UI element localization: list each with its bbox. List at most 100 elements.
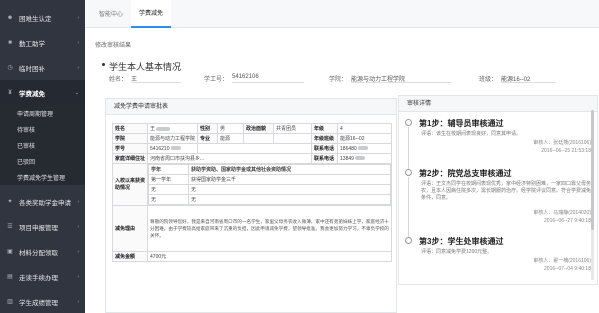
table-key: 学号 [111,143,149,154]
sidebar: ☻ 困难生认定 › ■ 勤工助学 › ◷ 临时困补 › ¥ 学费减免 ⌄ 申请周… [0,0,85,313]
sidebar-item-commute[interactable]: ▤ 走读手续办理 › [0,264,85,289]
chevron-right-icon: › [77,273,79,280]
briefcase-icon: ■ [8,39,12,46]
table-header: 获助学资助、国家助学金或其他社会资助情况 [188,164,391,175]
sidebar-item-workstudy[interactable]: ■ 勤工助学 › [0,30,85,55]
table-value: 王 [147,123,199,134]
sidebar-item-label: 学费减免 [19,90,45,98]
chevron-right-icon: › [77,64,79,71]
table-cell: 获得国家助学金三千 [188,174,391,185]
table-cell: 无 [188,194,391,205]
table-key: 年级 [311,123,339,134]
table-cell: 无 [148,184,190,195]
step-title: 第1步：辅导员审核通过 [419,119,504,128]
step-reviewer: 审核人：翟一楠(2016106) [533,258,591,264]
breadcrumb: 修改审核结果 [95,43,132,49]
table-key: 姓名 [111,123,149,134]
table-key: 家庭详细住址 [111,153,149,164]
sidebar-subitem-reviewed[interactable]: 已审核 [0,137,85,153]
application-panel: 减免学费申请审批表 姓名 王 性别 男 政治面貌 共青团员 年级 4 学院 能源… [105,98,397,313]
person-icon: ☻ [6,14,14,21]
college-value: 能源与动力工程学院 [351,74,452,83]
table-key: 减免金额 [111,251,149,262]
doc-icon: ▤ [7,274,13,280]
table-value: 能源与动力工程学院 [147,133,199,144]
chevron-down-icon: ⌄ [74,89,79,96]
chart-icon: ▥ [7,299,13,305]
step-date: 2016--06--25 21:53:18 [541,148,591,154]
step-date: 2016--07--04 9:40:18 [544,266,591,272]
table-value: 5416210 [147,143,199,154]
chevron-right-icon: › [77,14,79,21]
table-value: 13849 [337,153,392,164]
scrollbar-thumb[interactable] [591,110,594,230]
class-label: 班级： [479,77,498,83]
table-key: 减免理由 [111,205,149,252]
sidebar-item-hardship[interactable]: ☻ 困难生认定 › [0,5,85,30]
student-info-row: 姓名： 王 学工号： 54162106 学院： 能源与动力工程学院 班级： 能源… [109,74,589,83]
section-title: 学生本人基本情况 [109,62,182,72]
sidebar-subitem-students[interactable]: 学费减免学生管理 [0,169,85,185]
table-value: 河南省周口市扶沟县乡... [147,153,313,164]
table-key: 学院 [111,133,149,144]
review-step: 第3步：学生处审核通过 评语：同意减免学费1200元整。 审核人：翟一楠(201… [405,236,595,280]
table-row: 减免金额 4700元 [111,251,392,262]
table-header: 学年 [148,164,190,175]
award-icon: ✦ [7,199,13,205]
tab-home[interactable]: 智能中心 [91,0,131,28]
table-value: 能源16--02 [337,133,392,144]
step-comment: 评语：同意减免学费1200元整。 [421,249,493,255]
chevron-right-icon: › [77,248,79,255]
step-title: 第2步：院党总支审核通过 [419,169,512,178]
chevron-right-icon: › [77,223,79,230]
table-value: 186480 [337,143,392,154]
step-title: 第3步：学生处审核通过 [419,237,504,246]
sidebar-item-tuition-reduction[interactable]: ¥ 学费减免 ⌄ [0,80,85,105]
review-panel: 审核详情 第1步：辅导员审核通过 评语：该生在校期间表现良好，同意其申请。 审核… [398,95,598,285]
table-row: 学号 5416210 联系电话 186480 [111,143,392,154]
sidebar-item-projects[interactable]: ☰ 项目申报管理 › [0,214,85,239]
sidebar-subitem-rejected[interactable]: 已驳回 [0,153,85,169]
sidebar-item-scholarship[interactable]: ✦ 各类奖助学金申请 › [0,189,85,214]
sidebar-item-grades[interactable]: ▥ 学生成绩管理 › [0,289,85,313]
table-key: 专业 [197,133,219,144]
application-panel-title: 减免学费申请审批表 [106,99,396,115]
application-table: 姓名 王 性别 男 政治面貌 共青团员 年级 4 学院 能源与动力工程学院 专业… [111,123,392,262]
timeline-line [408,127,409,169]
chevron-right-icon: › [77,298,79,305]
table-cell: 无 [148,194,190,205]
class-value: 能源16--02 [501,74,557,83]
section-bullet [102,63,105,66]
sidebar-item-materials[interactable]: ▣ 材料分配领取 › [0,239,85,264]
review-panel-title: 审核详情 [399,96,597,112]
clock-icon: ◷ [7,65,13,71]
sidebar-item-label: 学生成绩管理 [19,299,58,307]
table-row: 学院 能源与动力工程学院 专业 能源 年级班级 能源16--02 [111,133,392,144]
step-comment: 评语：王文杰同学在校期间表现优秀，家中经济特别困难，一家四口靠父母务农，且本人因… [421,181,592,201]
table-row: 减免理由 尊敬的院领导您好，我是来自河南省周口市的一名学生，家里父母务农收入微薄… [111,205,392,252]
table-cell: 第一学年 [148,174,190,185]
step-date: 2016--06--27 9:40:18 [544,218,591,224]
step-comment: 评语：该生在校期间表现良好，同意其申请。 [421,131,522,137]
table-row: 无 无 [148,184,391,195]
name-label: 姓名： [109,77,128,83]
id-value: 54162106 [232,74,305,83]
aid-history-table: 学年 获助学资助、国家助学金或其他社会资助情况 第一学年 获得国家助学金三千 无… [148,164,391,205]
yen-icon: ¥ [8,89,12,96]
sidebar-subitem-pending[interactable]: 待审核 [0,121,85,137]
table-row: 入校以来获资助情况 学年 获助学资助、国家助学金或其他社会资助情况 第一学年 获… [111,163,392,206]
table-value: 男 [217,123,245,134]
table-key: 入校以来获资助情况 [111,163,149,206]
review-step: 第1步：辅导员审核通过 评语：该生在校期间表现良好，同意其申请。 审核人：张廷熊… [405,118,595,169]
main-content: 修改审核结果 学生本人基本情况 姓名： 王 学工号： 54162106 学院： … [85,28,599,313]
review-scrollbar[interactable] [591,110,594,280]
review-step: 第2步：院党总支审核通过 评语：王文杰同学在校期间表现优秀，家中经济特别困难，一… [405,168,595,237]
name-value: 王 [131,74,182,83]
timeline-line [408,177,409,237]
table-row: 第一学年 获得国家助学金三千 [148,174,391,185]
sidebar-item-label: 各类奖助学金申请 [19,199,71,207]
table-row: 学年 获助学资助、国家助学金或其他社会资助情况 [148,164,391,175]
sidebar-subitem-cycle[interactable]: 申请周期管理 [0,105,85,121]
tab-tuition-reduction[interactable]: 学费减免 [131,0,172,28]
sidebar-item-temp-aid[interactable]: ◷ 临时困补 › [0,55,85,80]
